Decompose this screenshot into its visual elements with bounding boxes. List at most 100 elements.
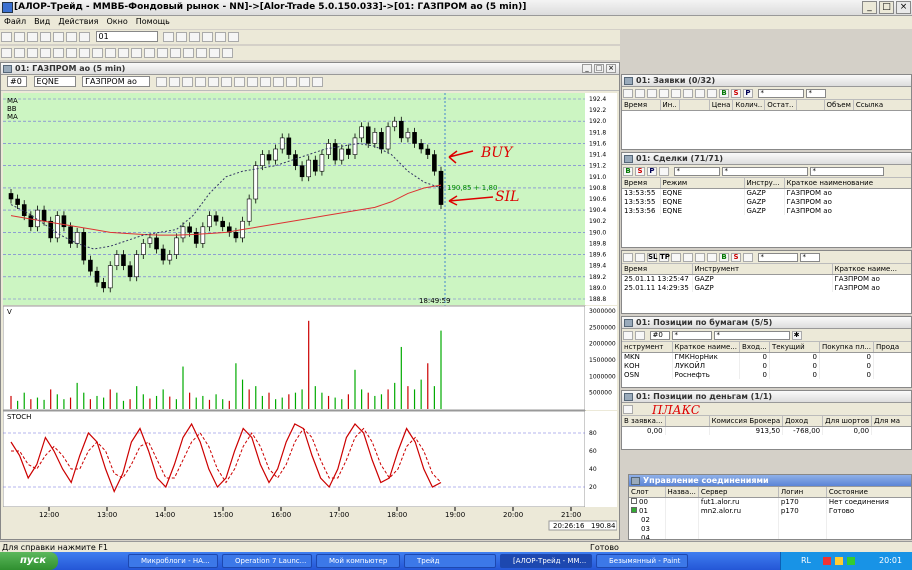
- stops-del-icon[interactable]: [683, 253, 693, 262]
- deals-filter-select-3[interactable]: *: [809, 167, 884, 176]
- table-row[interactable]: 13:53:55 EQNE GAZP ГАЗПРОМ ао: [622, 188, 911, 197]
- info-icon[interactable]: [228, 32, 240, 42]
- menu-view[interactable]: Вид: [30, 16, 54, 27]
- sound-icon[interactable]: [144, 48, 155, 58]
- positions-col-buy[interactable]: Покупка пл...: [819, 342, 874, 353]
- candles-icon[interactable]: [207, 77, 219, 87]
- stops-copy-icon[interactable]: [671, 253, 681, 262]
- table-row[interactable]: 03: [629, 524, 911, 533]
- positions-col-name[interactable]: Краткое наиме...: [672, 342, 741, 353]
- arrow-icon[interactable]: [298, 77, 310, 87]
- money-col-blank[interactable]: [665, 416, 710, 427]
- chart-area[interactable]: 188.8 189.0 189.2 189.4 189.6 189.8 190.0 190.2…: [3, 93, 617, 535]
- bars-icon[interactable]: [181, 77, 193, 87]
- tray-icon-2[interactable]: [835, 557, 843, 565]
- menu-file[interactable]: Файл: [0, 16, 30, 27]
- conn-col-slot[interactable]: Слот: [629, 487, 666, 498]
- portfolio-icon[interactable]: [170, 48, 181, 58]
- chart-icon[interactable]: [105, 48, 116, 58]
- table-row[interactable]: 25.01.11 13:25:47 GAZP ГАЗПРОМ ао: [622, 274, 911, 283]
- orders-edit-icon[interactable]: [635, 89, 645, 98]
- stops-cancel-icon[interactable]: [695, 253, 705, 262]
- menu-window[interactable]: Окно: [102, 16, 131, 27]
- depth-icon[interactable]: [118, 48, 129, 58]
- money-col-margin[interactable]: Для ма: [871, 416, 911, 427]
- table-row[interactable]: 00 fut1.alor.ru p170 Нет соединения: [629, 497, 911, 506]
- table-row[interactable]: 25.01.11 14:29:35 GAZP ГАЗПРОМ ао: [622, 283, 911, 292]
- task-button-6[interactable]: Безымянный - Paint: [596, 554, 688, 568]
- grid-view-icon[interactable]: [259, 77, 271, 87]
- grid-icon[interactable]: [53, 32, 64, 42]
- orders-icon[interactable]: [1, 48, 12, 58]
- menu-actions[interactable]: Действия: [54, 16, 102, 27]
- deals-icon[interactable]: [14, 48, 25, 58]
- stops-buy-button[interactable]: B: [719, 253, 729, 262]
- save-icon[interactable]: [189, 32, 201, 42]
- money-icon[interactable]: [53, 48, 64, 58]
- orders-col-blank2[interactable]: [796, 100, 825, 111]
- positions-col-instr[interactable]: нструмент: [622, 342, 673, 353]
- task-button-2[interactable]: Operation 7 Launc...: [222, 554, 312, 568]
- stops-col-name[interactable]: Краткое наиме...: [832, 264, 911, 275]
- task-button-3[interactable]: Мой компьютер: [316, 554, 400, 568]
- orders-col-blank[interactable]: [679, 100, 710, 111]
- positions-filter-select[interactable]: *: [671, 331, 712, 340]
- orders-col-instr[interactable]: Ин..: [660, 100, 680, 111]
- orders-filter-select-2[interactable]: *: [805, 89, 826, 98]
- orders-target-icon[interactable]: [683, 89, 693, 98]
- hline-icon[interactable]: [272, 77, 284, 87]
- stops-sl-icon[interactable]: SL: [647, 253, 658, 262]
- table-row[interactable]: MKN ГМКНорНик 0 0 0: [622, 352, 911, 361]
- stops-col-instr[interactable]: Инструмент: [692, 264, 833, 275]
- filter-icon[interactable]: [196, 48, 207, 58]
- table-icon[interactable]: [27, 32, 38, 42]
- money-grid-icon[interactable]: [623, 405, 633, 414]
- orders-col-volume[interactable]: Объем: [824, 100, 854, 111]
- new-window-icon[interactable]: [1, 32, 12, 42]
- tool-icon[interactable]: [66, 32, 77, 42]
- conn-col-state[interactable]: Состояние: [826, 487, 911, 498]
- money-col-orders[interactable]: В заявка...: [622, 416, 666, 427]
- checkbox[interactable]: [631, 497, 637, 504]
- layout-icon[interactable]: [14, 32, 25, 42]
- money-col-commission[interactable]: Комиссия Брокера: [709, 416, 784, 427]
- settings-icon[interactable]: [202, 32, 214, 42]
- alert-icon[interactable]: [92, 48, 103, 58]
- task-button-1[interactable]: Микроблоги - НА...: [128, 554, 218, 568]
- table-view-icon[interactable]: [246, 77, 258, 87]
- task-button-5[interactable]: [АЛОР-Трейд - ММ...: [500, 554, 592, 568]
- conn-col-name[interactable]: Назва...: [665, 487, 699, 498]
- chart-close-button[interactable]: ×: [606, 64, 616, 73]
- zoom-icon[interactable]: [155, 77, 167, 87]
- table-row[interactable]: КОН ЛУКОЙЛ 0 0 0: [622, 361, 911, 370]
- minimize-button[interactable]: _: [862, 1, 877, 14]
- table-row[interactable]: OSN Роснефть 0 0 0: [622, 370, 911, 379]
- ruler-icon[interactable]: [168, 77, 180, 87]
- orders-col-price[interactable]: Цена: [709, 100, 734, 111]
- orders-col-qty[interactable]: Колич..: [732, 100, 766, 111]
- orders-del-icon[interactable]: [659, 89, 669, 98]
- positions-col-in[interactable]: Вход...: [739, 342, 771, 353]
- table-row[interactable]: 13:53:56 EQNE GAZP ГАЗПРОМ ао: [622, 206, 911, 215]
- line-chart-icon[interactable]: [220, 77, 232, 87]
- positions-star-icon[interactable]: ✱: [791, 331, 802, 340]
- report-icon[interactable]: [183, 48, 194, 58]
- positions-col-current[interactable]: Текущий: [769, 342, 821, 353]
- board-select[interactable]: EQNE: [33, 76, 76, 87]
- stops-new-icon[interactable]: [623, 253, 633, 262]
- checkbox-checked[interactable]: [631, 506, 637, 513]
- deals-filter-icon[interactable]: [659, 167, 669, 176]
- deals-sell-button[interactable]: S: [635, 167, 645, 176]
- stops-tp-icon[interactable]: TP: [659, 253, 670, 262]
- stops-col-time[interactable]: Время: [622, 264, 693, 275]
- orders-filter-select[interactable]: *: [757, 89, 804, 98]
- tray-icon-3[interactable]: [847, 557, 855, 565]
- deals-col-time[interactable]: Время: [622, 178, 661, 189]
- deals-col-instr[interactable]: Инстру...: [744, 178, 785, 189]
- table-row[interactable]: 04: [629, 533, 911, 539]
- orders-col-rest[interactable]: Остат..: [764, 100, 797, 111]
- money-col-income[interactable]: Доход: [782, 416, 824, 427]
- table-row[interactable]: 02: [629, 515, 911, 524]
- positions-filter-select-2[interactable]: *: [713, 331, 790, 340]
- stops-icon[interactable]: [27, 48, 38, 58]
